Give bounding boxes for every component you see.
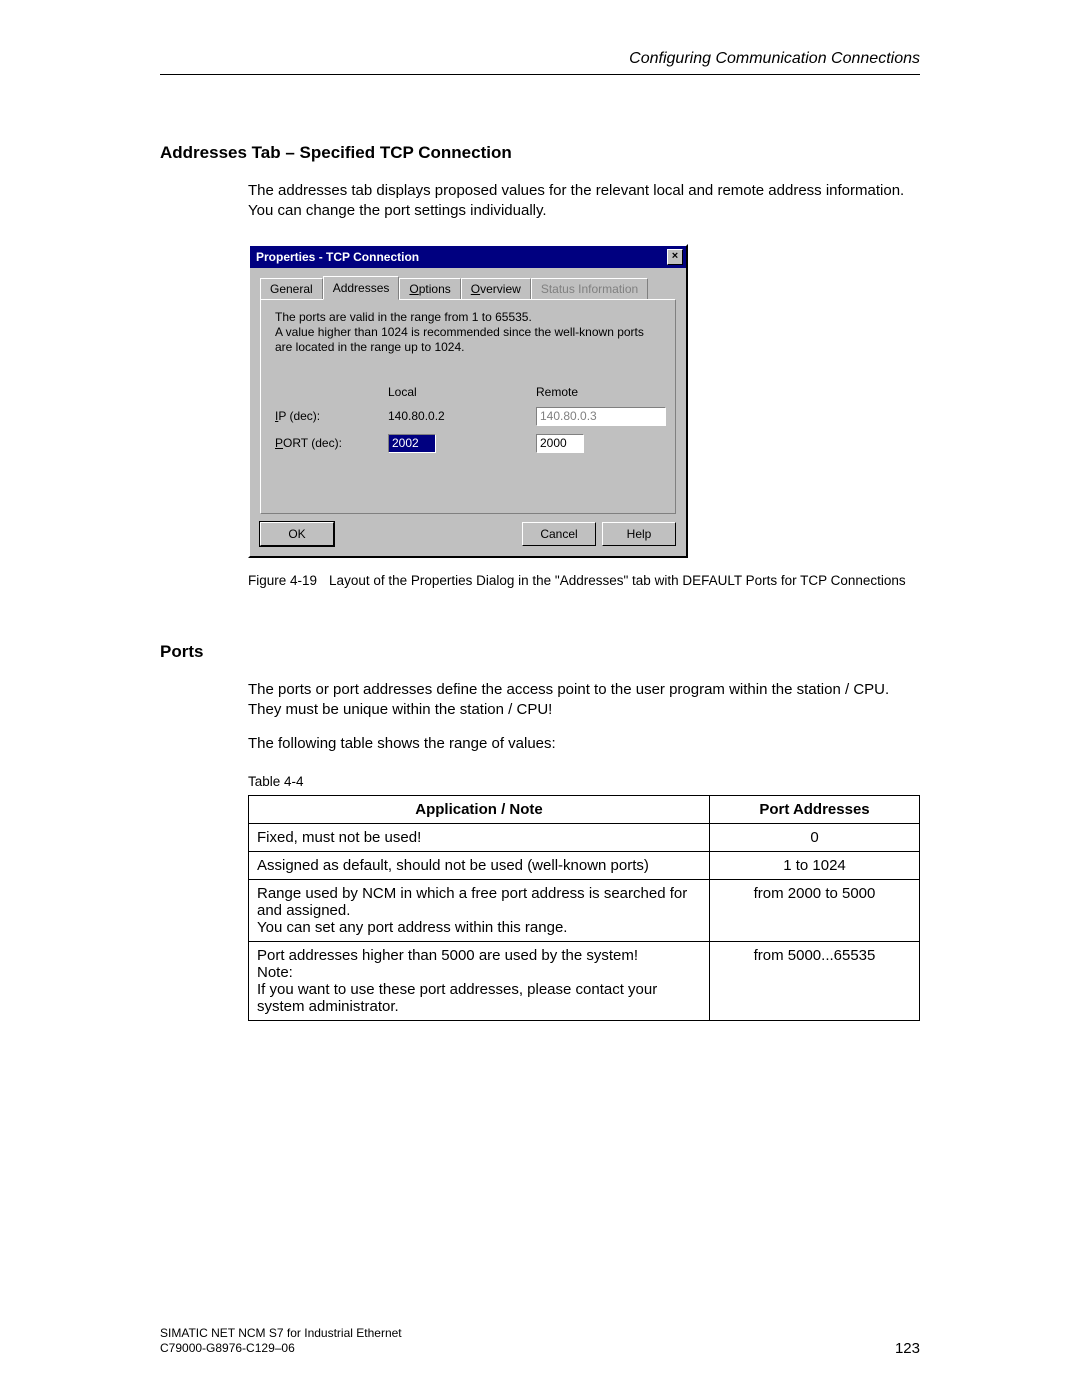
tab-options[interactable]: Options (399, 278, 460, 299)
table-row: Port addresses higher than 5000 are used… (249, 942, 920, 1021)
table-cell-port: 1 to 1024 (710, 852, 920, 880)
table-cell-app: Range used by NCM in which a free port a… (249, 880, 710, 942)
dialog-titlebar: Properties - TCP Connection × (250, 246, 686, 268)
label-port: PORT (dec): (275, 436, 370, 450)
tab-overview[interactable]: Overview (461, 278, 531, 299)
ip-remote-input (536, 407, 666, 426)
column-header-local: Local (388, 385, 518, 399)
footer-line-2: C79000-G8976-C129–06 (160, 1341, 402, 1357)
properties-dialog: Properties - TCP Connection × General Ad… (248, 244, 688, 558)
table-row: Assigned as default, should not be used … (249, 852, 920, 880)
ip-local-value: 140.80.0.2 (388, 409, 518, 423)
table-header-port: Port Addresses (710, 796, 920, 824)
column-header-remote: Remote (536, 385, 666, 399)
label-ip: IP (dec): (275, 409, 370, 423)
ports-paragraph-2: The following table shows the range of v… (248, 734, 920, 754)
table-row: Range used by NCM in which a free port a… (249, 880, 920, 942)
cancel-button[interactable]: Cancel (522, 522, 596, 546)
port-local-input[interactable] (388, 434, 436, 453)
ports-paragraph-1: The ports or port addresses define the a… (248, 680, 920, 721)
tab-panel-addresses: The ports are valid in the range from 1 … (260, 299, 676, 514)
table-cell-port: from 5000...65535 (710, 942, 920, 1021)
table-cell-port: from 2000 to 5000 (710, 880, 920, 942)
figure-caption-text: Layout of the Properties Dialog in the "… (329, 572, 920, 590)
table-caption: Table 4-4 (248, 774, 920, 789)
ok-button[interactable]: OK (260, 522, 334, 546)
table-cell-app: Port addresses higher than 5000 are used… (249, 942, 710, 1021)
tab-status-information: Status Information (531, 278, 648, 299)
tab-strip: General Addresses Options Overview Statu… (260, 276, 676, 299)
table-cell-app: Assigned as default, should not be used … (249, 852, 710, 880)
section-heading-ports: Ports (160, 642, 920, 662)
table-row: Fixed, must not be used! 0 (249, 824, 920, 852)
port-addresses-table: Application / Note Port Addresses Fixed,… (248, 795, 920, 1021)
table-cell-app: Fixed, must not be used! (249, 824, 710, 852)
running-header: Configuring Communication Connections (160, 50, 920, 75)
tab-addresses[interactable]: Addresses (323, 276, 400, 300)
tab-general[interactable]: General (260, 278, 323, 299)
table-cell-port: 0 (710, 824, 920, 852)
port-range-help-text: The ports are valid in the range from 1 … (275, 310, 661, 355)
port-remote-input[interactable] (536, 434, 584, 453)
section-heading-addresses: Addresses Tab – Specified TCP Connection (160, 143, 920, 163)
page-number: 123 (895, 1340, 920, 1357)
table-header-application: Application / Note (249, 796, 710, 824)
dialog-title: Properties - TCP Connection (256, 250, 419, 264)
page-footer: SIMATIC NET NCM S7 for Industrial Ethern… (160, 1326, 920, 1357)
help-button[interactable]: Help (602, 522, 676, 546)
figure-label: Figure 4-19 (248, 572, 317, 590)
figure-caption: Figure 4-19 Layout of the Properties Dia… (248, 572, 920, 590)
footer-line-1: SIMATIC NET NCM S7 for Industrial Ethern… (160, 1326, 402, 1342)
intro-paragraph: The addresses tab displays proposed valu… (248, 181, 920, 222)
figure-dialog: Properties - TCP Connection × General Ad… (248, 244, 920, 590)
close-icon[interactable]: × (667, 249, 683, 265)
